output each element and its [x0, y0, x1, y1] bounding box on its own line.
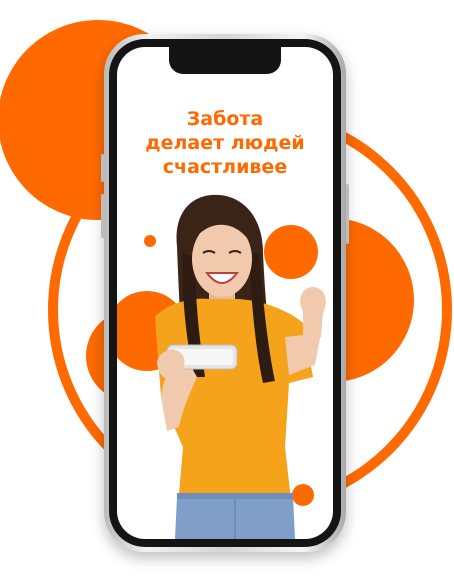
- headline-line-3: счастливее: [162, 156, 288, 178]
- phone-bezel: Забота делает людей счастливее: [109, 39, 341, 547]
- phone-notch: [169, 47, 281, 74]
- phone-mockup: Забота делает людей счастливее: [101, 34, 349, 552]
- headline-line-2: делает людей: [145, 132, 305, 154]
- headline-line-1: Забота: [186, 108, 264, 130]
- phone-screen: Забота делает людей счастливее: [117, 47, 333, 539]
- screen-circle-small: [144, 235, 156, 247]
- screen-circle-big: [264, 225, 318, 279]
- phone-power-button: [346, 184, 349, 244]
- phone-volume-button: [101, 194, 104, 238]
- phone-side-button: [101, 154, 104, 182]
- screen-circle-bottom: [292, 484, 314, 506]
- promo-headline: Забота делает людей счастливее: [117, 107, 333, 179]
